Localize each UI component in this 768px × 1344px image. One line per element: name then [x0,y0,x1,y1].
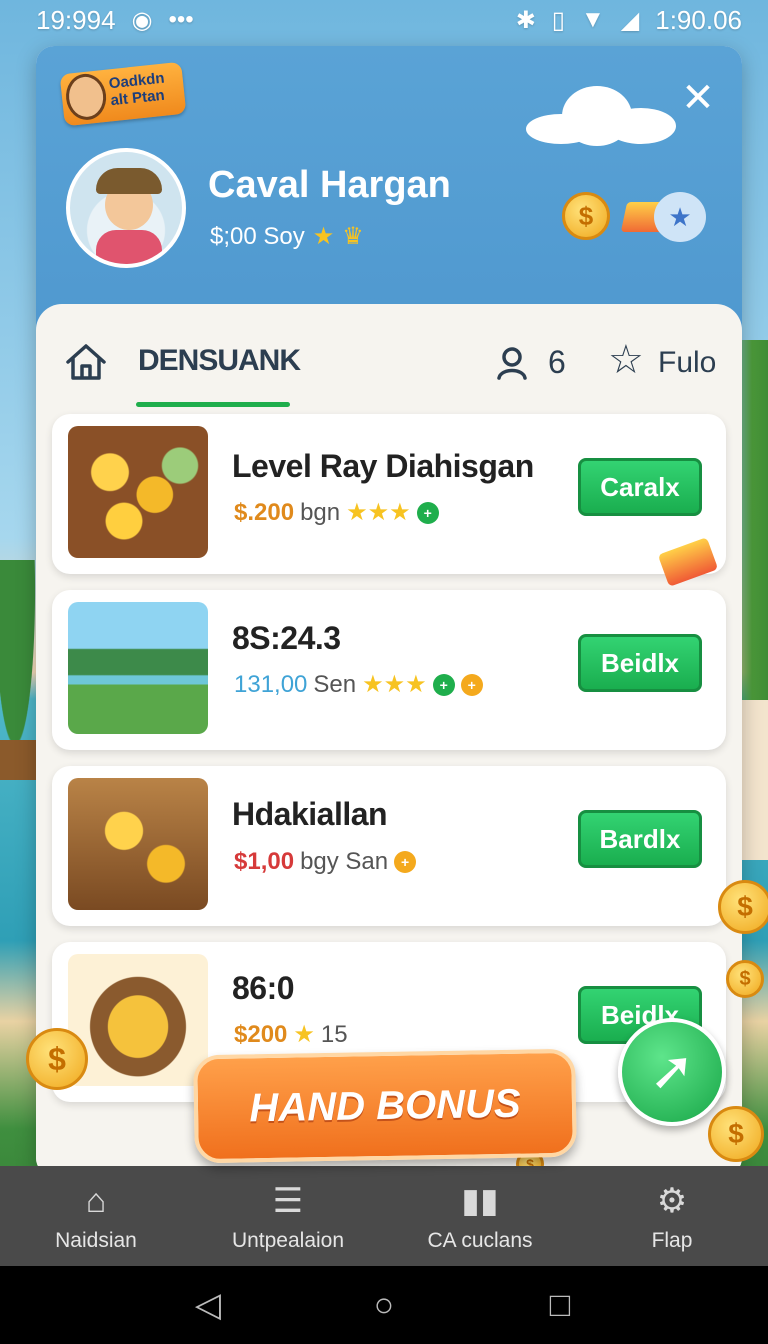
wifi-icon: ▼ [581,6,605,33]
bottom-nav: ⌂ Naidsian ☰ Untpealaion ▮▮ CA cuclans ⚙… [0,1166,768,1266]
close-icon[interactable]: ✕ [676,76,720,120]
vibrate-icon: ▯ [551,6,566,34]
offer-button[interactable]: Beidlx [578,634,702,692]
offer-price: $1,00 [234,848,295,875]
system-nav-bar: ◁ ○ □ [0,1266,768,1344]
star-badge-icon[interactable]: ★ [654,192,706,242]
offer-card[interactable]: 8S:24.3 131,00 Sen ★★★ + + Beidlx [52,590,726,750]
more-dots-icon: ••• [168,6,194,33]
offers-panel: ✕ Oadkdn alt Ptan Caval Hargan $;00 Soy … [36,46,742,1176]
profile-header: ✕ Oadkdn alt Ptan Caval Hargan $;00 Soy … [36,46,742,346]
character-badge[interactable]: Oadkdn alt Ptan [59,61,187,127]
home-icon[interactable] [64,342,108,382]
coin-icon: $ [718,880,768,934]
star-icon: ★ [312,223,335,250]
nav-item-home[interactable]: ⌂ Naidsian [0,1166,192,1266]
nav-item-list[interactable]: ☰ Untpealaion [192,1166,384,1266]
treasure-box-icon [68,778,208,910]
nav-label: Naidsian [55,1229,137,1252]
coins-money-icon [68,426,208,558]
coin-pot-icon [68,954,208,1086]
status-bar: 19:994 ◉ ••• ✱ ▯ ▼ ◢ 1:90.06 [0,0,768,40]
player-balance-text: $;00 Soy [210,222,305,250]
offer-unit: bgn [300,498,341,526]
coin-icon[interactable]: $ [562,192,610,240]
wooden-jetty [0,740,40,780]
coin-icon: $ [26,1028,88,1090]
notification-icon: ◉ [131,6,153,34]
offer-stars: ★★★ [346,499,411,526]
bluetooth-icon: ✱ [515,6,536,34]
plus-icon: + [416,501,439,524]
list-icon: ☰ [272,1182,304,1220]
player-name: Caval Hargan [208,164,451,206]
user-icon[interactable] [496,346,528,380]
recents-icon[interactable]: □ [530,1286,590,1325]
coin-icon: $ [708,1106,764,1162]
offer-title: 86:0 [232,970,295,1006]
offer-title: Hdakiallan [232,796,388,832]
offer-price: $.200 [234,498,295,526]
offer-price: 131,00 [234,670,308,698]
arrow-icon: ➚ [649,1041,695,1101]
offer-unit: Sen [313,670,357,698]
offer-stars: ★★★ [362,671,427,698]
character-face-icon [63,71,109,122]
signal-icon: ◢ [620,6,640,34]
badge-text: Oadkdn alt Ptan [107,69,166,110]
offer-stars: ★ [293,1021,315,1048]
favorites-tab[interactable]: Fulo [658,346,716,380]
tab-active[interactable]: DENSUANK [138,344,301,378]
status-time-right: 1:90.06 [655,4,742,35]
offer-unit: 15 [320,1020,348,1048]
offer-button[interactable]: Bardlx [578,810,702,868]
home-circle-icon[interactable]: ○ [354,1286,414,1325]
stats-icon: ▮▮ [461,1182,499,1220]
offer-meta: $.200 bgn ★★★ + [234,498,439,527]
cloud-decoration [526,86,676,146]
home-icon: ⌂ [85,1181,107,1220]
arrow-fab-button[interactable]: ➚ [618,1018,726,1126]
offer-price: $200 [234,1020,288,1048]
offer-card[interactable]: Level Ray Diahisgan $.200 bgn ★★★ + Cara… [52,414,726,574]
offer-unit: bgy San [300,848,389,875]
offer-meta: $200 ★ 15 [234,1020,348,1049]
coin-icon: $ [726,960,764,998]
nav-label: Flap [651,1229,693,1252]
nav-label: Untpealaion [231,1229,345,1252]
back-icon[interactable]: ◁ [178,1285,238,1325]
island-path-icon [68,602,208,734]
avatar[interactable] [66,148,186,268]
offer-title: Level Ray Diahisgan [232,448,534,484]
nav-item-settings[interactable]: ⚙ Flap [576,1166,768,1266]
nav-item-stats[interactable]: ▮▮ CA cuclans [384,1166,576,1266]
offer-card[interactable]: Hdakiallan $1,00 bgy San + Bardlx [52,766,726,926]
offer-title: 8S:24.3 [232,620,341,656]
crown-icon: ♛ [342,223,364,250]
tab-bar: DENSUANK 6 ☆ Fulo [36,304,742,407]
nav-label: CA cuclans [427,1229,533,1252]
offer-button[interactable]: Caralx [578,458,702,516]
coin-small-icon: + [394,851,417,873]
coin-small-icon: + [460,673,483,696]
player-balance: $;00 Soy ★ ♛ [210,222,364,251]
gear-icon: ⚙ [656,1182,688,1220]
hand-bonus-button[interactable]: HAND BONUS [193,1048,577,1164]
tab-active-underline [136,402,290,407]
plus-icon: + [432,673,455,696]
status-time-left: 19:994 [36,4,116,35]
offer-meta: 131,00 Sen ★★★ + + [234,670,483,699]
user-count: 6 [548,344,566,380]
offer-meta: $1,00 bgy San + [234,848,417,876]
favorites-star-icon[interactable]: ☆ [608,340,644,380]
